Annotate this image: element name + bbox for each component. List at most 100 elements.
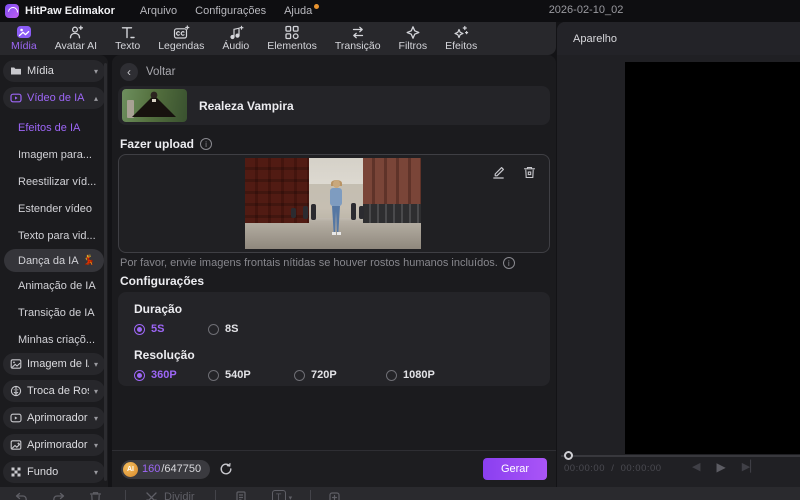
generate-footer: AI 160/647750 Gerar [112, 450, 556, 487]
toolbar-divider [125, 490, 126, 500]
tab-avatar-ai[interactable]: Avatar AI [46, 24, 106, 54]
photo-pedestrian [291, 208, 296, 218]
info-icon[interactable]: i [502, 257, 515, 269]
avatar-icon [68, 25, 84, 40]
dancer-emoji: 💃 [82, 255, 95, 266]
play-button[interactable]: ▶ [716, 460, 725, 474]
credits-total: /647750 [161, 463, 202, 475]
sidebar-group-aprimorador-imagem[interactable]: Aprimorador ... ▾ [3, 434, 105, 456]
back-label: Voltar [146, 66, 176, 78]
sidebar-group-label: Mídia [27, 65, 54, 77]
sidebar-item-texto-para-video[interactable]: Texto para vid... [0, 222, 108, 249]
radio-resolution-540p[interactable]: 540P [208, 369, 294, 381]
sidebar-item-minhas-criacoes[interactable]: Minhas criaçõ... [0, 326, 108, 353]
refresh-credits-icon[interactable] [219, 462, 233, 476]
radio-resolution-360p[interactable]: 360P [134, 369, 208, 381]
sidebar-group-label: Troca de Rost... [27, 385, 89, 397]
tab-elementos[interactable]: Elementos [258, 24, 326, 54]
seek-bar[interactable] [561, 455, 800, 457]
sidebar-item-danca-da-ia[interactable]: Dança da IA 💃 [4, 249, 104, 272]
sidebar-item-transicao-de-ia[interactable]: Transição de IA [0, 299, 108, 326]
sidebar-item-efeitos-de-ia[interactable]: Efeitos de IA [0, 114, 108, 141]
menu-settings[interactable]: Configurações [186, 5, 275, 17]
tab-label: Legendas [158, 39, 205, 52]
credits-used: 160 [142, 463, 161, 475]
app-name: HitPaw Edimakor [25, 5, 115, 17]
sidebar-group-fundo[interactable]: Fundo ▾ [3, 461, 105, 483]
radio-dot [208, 323, 219, 335]
sidebar-group-video-ia[interactable]: Vídeo de IA ▴ [3, 87, 105, 109]
previous-frame-button[interactable]: ◀ [692, 460, 700, 474]
text-tool-icon[interactable]: T [271, 490, 286, 500]
tab-efeitos[interactable]: Efeitos [436, 24, 486, 54]
main-panel: ‹ Voltar Realeza Vampira Fazer upload i [112, 55, 556, 487]
sidebar-group-imagem-de-ia[interactable]: Imagem de IA ▾ [3, 353, 105, 375]
edit-image-icon[interactable] [491, 165, 506, 180]
generate-button[interactable]: Gerar [483, 458, 547, 480]
tab-label: Avatar AI [54, 39, 98, 52]
next-frame-button[interactable]: ▶▏ [742, 460, 759, 474]
duration-options: 5S 8S [134, 323, 534, 335]
info-icon[interactable]: i [200, 138, 213, 150]
sidebar-item-imagem-para[interactable]: Imagem para... [0, 141, 108, 168]
radio-duration-5s[interactable]: 5S [134, 323, 208, 335]
radio-duration-8s[interactable]: 8S [208, 323, 294, 335]
upload-hint-text: Por favor, envie imagens frontais nítida… [120, 257, 498, 269]
menu-help-label: Ajuda [284, 5, 313, 17]
radio-label: 720P [311, 369, 337, 381]
sidebar-item-reestilizar-video[interactable]: Reestilizar víd... [0, 168, 108, 195]
sidebar-item-estender-video[interactable]: Estender vídeo [0, 195, 108, 222]
tab-label: Filtros [398, 39, 428, 52]
redo-icon[interactable] [51, 490, 66, 500]
radio-dot [208, 369, 219, 381]
delete-image-icon[interactable] [522, 165, 537, 180]
template-thumbnail [122, 89, 187, 122]
tab-texto[interactable]: Texto [106, 24, 149, 54]
sidebar-group-troca-de-rosto[interactable]: Troca de Rost... ▾ [3, 380, 105, 402]
radio-resolution-1080p[interactable]: 1080P [386, 369, 534, 381]
chevron-down-icon[interactable]: ▾ [289, 494, 293, 500]
tab-label: Elementos [267, 39, 317, 52]
menu-help[interactable]: Ajuda [275, 4, 321, 17]
chevron-down-icon: ▾ [93, 413, 98, 423]
sidebar-item-animacao-de-ia[interactable]: Animação de IA [0, 272, 108, 299]
chevron-down-icon: ▾ [93, 359, 98, 369]
seek-handle[interactable] [564, 451, 573, 460]
tab-audio[interactable]: Áudio [213, 24, 258, 54]
time-total: 00:00:00 [620, 463, 662, 474]
image-enhancer-icon [10, 439, 22, 451]
tab-label: Áudio [222, 39, 250, 52]
photo-pedestrian [359, 206, 364, 219]
undo-icon[interactable] [14, 490, 29, 500]
duration-label: Duração [134, 302, 183, 316]
time-current: 00:00:00 [564, 463, 605, 474]
document-icon[interactable] [234, 490, 248, 500]
template-card[interactable]: Realeza Vampira [118, 86, 550, 125]
sidebar-group-label: Aprimorador ... [27, 439, 89, 451]
toolbar-divider [214, 490, 216, 500]
chevron-up-icon: ▴ [93, 93, 98, 103]
video-enhancer-icon [10, 412, 22, 424]
tab-legendas[interactable]: Legendas [149, 24, 213, 54]
time-display: 00:00:00 / 00:00:00 [564, 463, 662, 474]
back-button[interactable]: ‹ [120, 63, 138, 81]
toolbar-divider [310, 490, 312, 500]
template-name: Realeza Vampira [199, 98, 294, 113]
sidebar-group-midia[interactable]: Mídia ▾ [3, 60, 105, 82]
upload-box[interactable] [118, 154, 550, 253]
titlebar: HitPaw Edimakor Arquivo Configurações Aj… [0, 0, 800, 22]
crop-icon[interactable] [327, 490, 342, 500]
trash-icon[interactable] [88, 490, 103, 500]
sidebar-group-aprimorador-video[interactable]: Aprimorador ... ▾ [3, 407, 105, 429]
tab-label: Transição [334, 39, 381, 52]
tab-midia[interactable]: Mídia [2, 24, 46, 54]
menu-file[interactable]: Arquivo [131, 5, 186, 17]
tab-filtros[interactable]: Filtros [390, 24, 437, 54]
photo-pedestrian [351, 203, 356, 220]
sidebar-scrollbar[interactable] [104, 63, 107, 481]
split-icon[interactable] [144, 490, 159, 500]
tab-transicao[interactable]: Transição [326, 24, 390, 54]
photo-pedestrian [311, 204, 316, 220]
radio-resolution-720p[interactable]: 720P [294, 369, 386, 381]
radio-dot [134, 323, 145, 335]
